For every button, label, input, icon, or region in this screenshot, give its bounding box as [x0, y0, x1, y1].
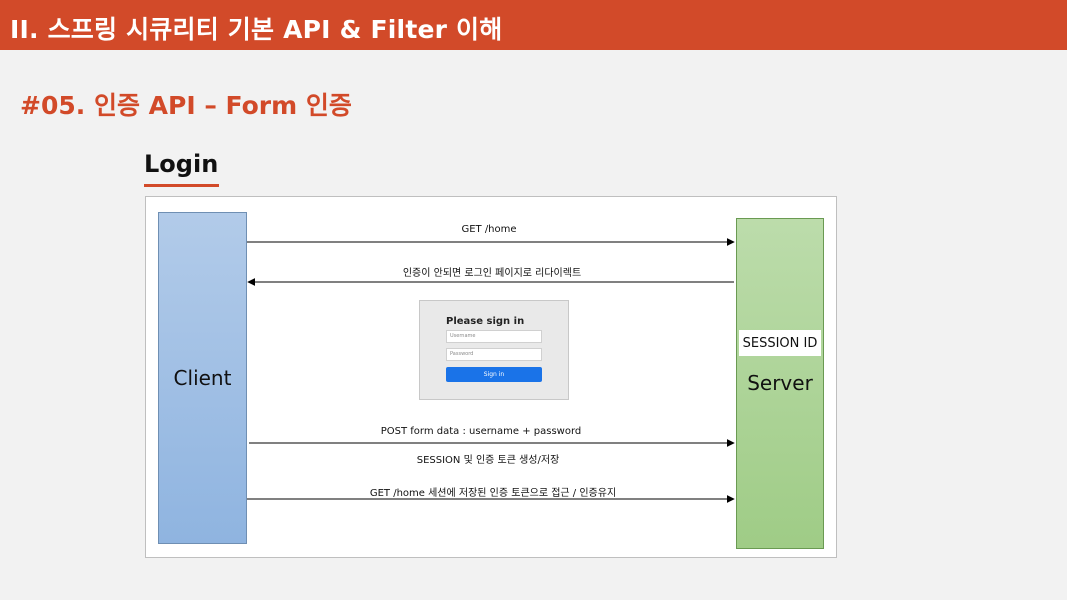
message-post-form: POST form data : username + password — [380, 426, 582, 437]
signin-heading: Please sign in — [446, 316, 525, 327]
message-get-home-session: GET /home 세션에 저장된 인증 토큰으로 접근 / 인증유지 — [369, 488, 617, 499]
signin-form-preview: Please sign in Username Password Sign in — [419, 300, 569, 400]
signin-button[interactable]: Sign in — [446, 367, 542, 382]
username-field[interactable]: Username — [446, 330, 542, 343]
password-field[interactable]: Password — [446, 348, 542, 361]
message-redirect: 인증이 안되면 로그인 페이지로 리다이렉트 — [402, 268, 582, 279]
message-get-home: GET /home — [461, 224, 517, 235]
message-session-create: SESSION 및 인증 토큰 생성/저장 — [416, 455, 560, 466]
